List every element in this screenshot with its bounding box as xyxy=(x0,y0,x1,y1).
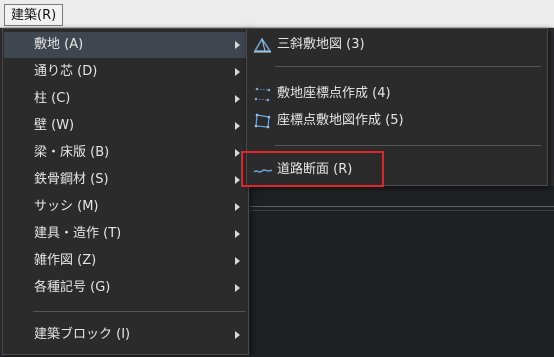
canvas-divider-secondary xyxy=(250,210,554,211)
menu-item-label: 通り芯 (D) xyxy=(34,64,98,79)
submenu-arrow-icon xyxy=(235,122,240,130)
submenu-arrow-icon xyxy=(235,203,240,211)
menu-item-beam-slab[interactable]: 梁・床版 (B) xyxy=(4,140,248,166)
submenu-item-label: 敷地座標点作成 (4) xyxy=(277,86,391,101)
menu-item-label: 柱 (C) xyxy=(34,91,71,106)
submenu-arrow-icon xyxy=(235,68,240,76)
menu-item-misc-drawing[interactable]: 雑作図 (Z) xyxy=(4,248,248,274)
menu-architecture[interactable]: 建築(R) xyxy=(4,4,64,26)
menu-item-label: 建築ブロック (I) xyxy=(34,327,131,342)
submenu-arrow-icon xyxy=(235,284,240,292)
menu-item-symbols[interactable]: 各種記号 (G) xyxy=(4,275,248,301)
menu-item-column[interactable]: 柱 (C) xyxy=(4,86,248,112)
menu-separator xyxy=(33,311,245,312)
canvas-divider xyxy=(250,206,554,207)
submenu-arrow-icon xyxy=(235,176,240,184)
submenu-arrow-icon xyxy=(235,257,240,265)
menu-item-site[interactable]: 敷地 (A) xyxy=(4,32,248,58)
submenu-item-label: 座標点敷地図作成 (5) xyxy=(277,113,404,128)
submenu-separator xyxy=(275,66,541,67)
menu-item-label: 敷地 (A) xyxy=(34,37,84,52)
menu-item-building-block[interactable]: 建築ブロック (I) xyxy=(4,322,248,348)
coordinate-points-icon xyxy=(253,85,273,103)
menu-item-label: 各種記号 (G) xyxy=(34,280,111,295)
menu-bar: 建築(R) xyxy=(0,0,554,28)
coordinate-site-map-icon xyxy=(253,112,273,130)
menu-item-label: 鉄骨鋼材 (S) xyxy=(34,172,109,187)
menu-item-label: 建具・造作 (T) xyxy=(34,226,122,241)
menu-item-label: サッシ (M) xyxy=(34,199,99,214)
menu-item-wall[interactable]: 壁 (W) xyxy=(4,113,248,139)
submenu-item-coordinate-site-map[interactable]: 座標点敷地図作成 (5) xyxy=(249,108,545,134)
submenu-arrow-icon xyxy=(235,41,240,49)
submenu-separator xyxy=(275,145,541,146)
menu-item-label: 雑作図 (Z) xyxy=(34,253,97,268)
menu-item-grid-lines[interactable]: 通り芯 (D) xyxy=(4,59,248,85)
triangle-site-icon xyxy=(253,36,273,54)
menu-item-sash[interactable]: サッシ (M) xyxy=(4,194,248,220)
highlight-frame xyxy=(241,151,384,187)
submenu-item-triangle-site[interactable]: 三斜敷地図 (3) xyxy=(249,32,545,58)
submenu-item-coordinate-points[interactable]: 敷地座標点作成 (4) xyxy=(249,81,545,107)
submenu-arrow-icon xyxy=(235,331,240,339)
submenu-item-label: 三斜敷地図 (3) xyxy=(277,37,365,52)
drawing-canvas xyxy=(250,186,554,357)
submenu-arrow-icon xyxy=(235,230,240,238)
menu-item-steel[interactable]: 鉄骨鋼材 (S) xyxy=(4,167,248,193)
submenu-arrow-icon xyxy=(235,95,240,103)
menu-item-label: 壁 (W) xyxy=(34,118,75,133)
menu-item-fittings[interactable]: 建具・造作 (T) xyxy=(4,221,248,247)
menu-item-label: 梁・床版 (B) xyxy=(34,145,110,160)
submenu-arrow-icon xyxy=(235,149,240,157)
architecture-dropdown-menu: 敷地 (A) 通り芯 (D) 柱 (C) 壁 (W) 梁・床版 (B) 鉄骨鋼材… xyxy=(2,28,249,355)
